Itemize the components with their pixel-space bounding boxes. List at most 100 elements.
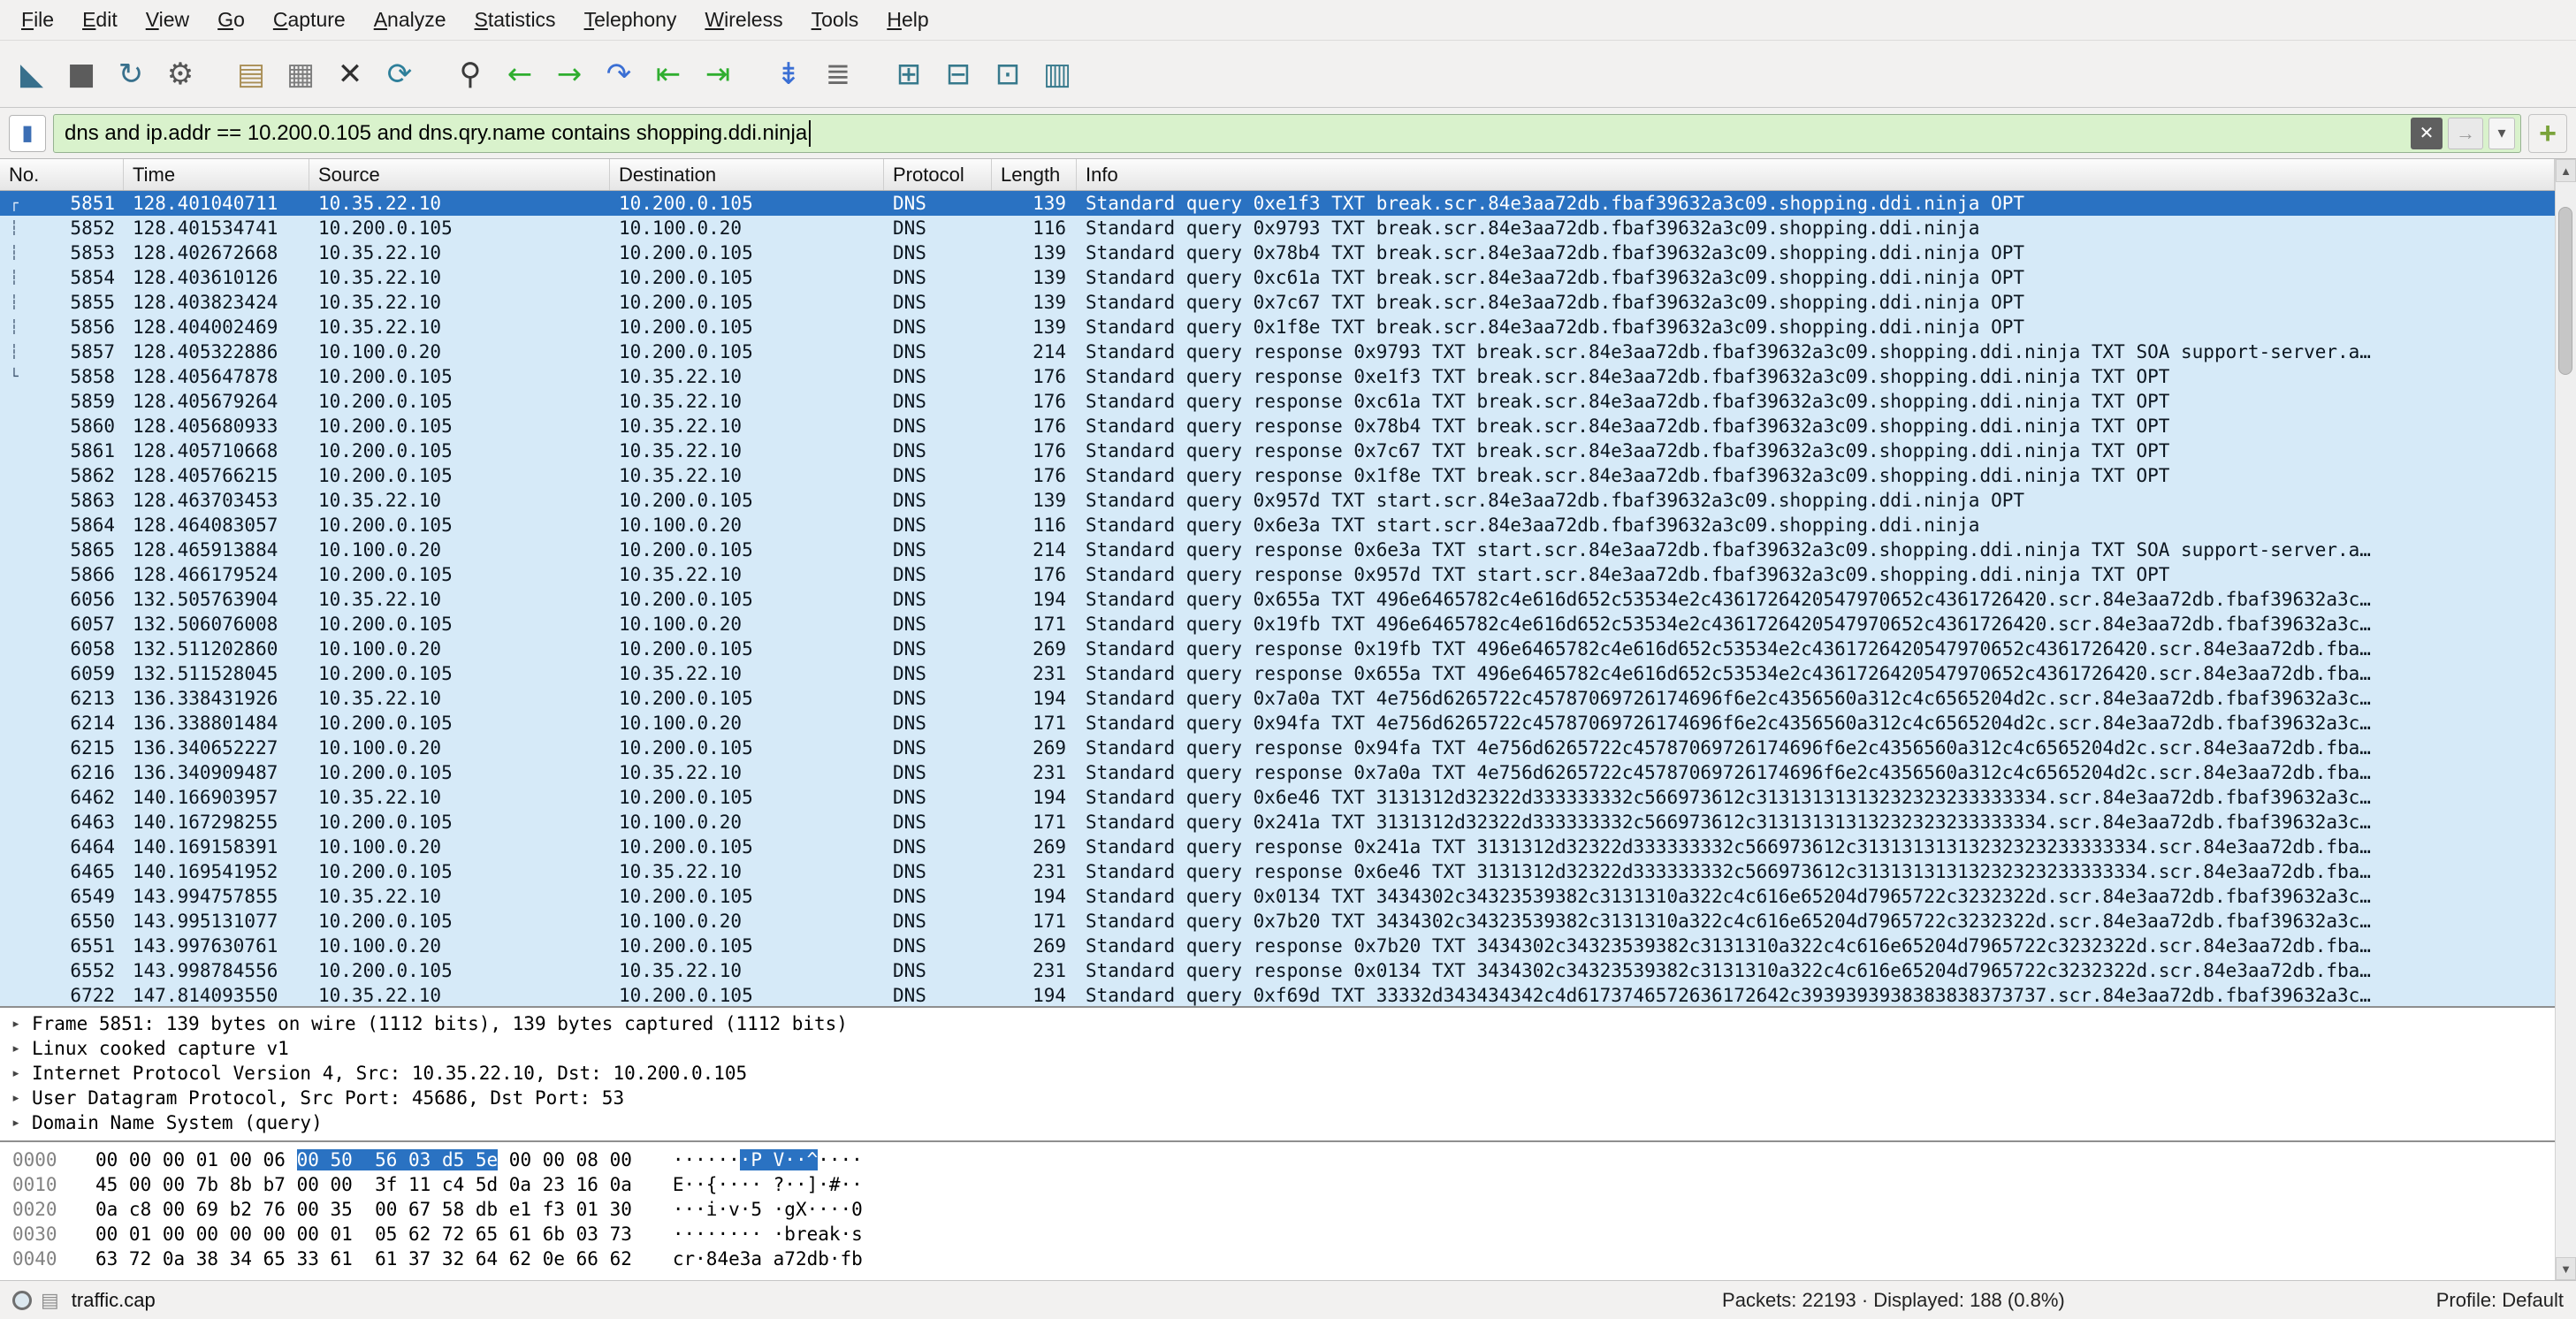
zoom-out-icon[interactable]: ⊟ — [935, 51, 981, 97]
go-to-packet-icon[interactable]: ↷ — [596, 51, 642, 97]
packet-row[interactable]: 6059 132.511528045 10.200.0.105 10.35.22… — [0, 661, 2555, 686]
filter-bookmark-icon[interactable]: ▮ — [9, 115, 46, 152]
hex-row[interactable]: 0010 45 00 00 7b 8b b7 00 00 3f 11 c4 5d… — [0, 1172, 2555, 1197]
packet-row[interactable]: 5863 128.463703453 10.35.22.10 10.200.0.… — [0, 488, 2555, 513]
menu-analyze[interactable]: Analyze — [360, 3, 461, 37]
column-header-length[interactable]: Length — [992, 159, 1077, 190]
menu-tools[interactable]: Tools — [797, 3, 873, 37]
packet-row[interactable]: 6465 140.169541952 10.200.0.105 10.35.22… — [0, 859, 2555, 884]
reload-file-icon[interactable]: ⟳ — [377, 51, 423, 97]
close-file-icon[interactable]: ✕ — [327, 51, 373, 97]
packet-row[interactable]: 5861 128.405710668 10.200.0.105 10.35.22… — [0, 438, 2555, 463]
profile-selector[interactable]: Profile: Default — [2436, 1289, 2564, 1312]
packet-row[interactable]: 5864 128.464083057 10.200.0.105 10.100.0… — [0, 513, 2555, 538]
scroll-down-icon[interactable]: ▼ — [2556, 1257, 2576, 1280]
expand-arrow-icon[interactable]: ▸ — [0, 1011, 32, 1036]
packet-row[interactable]: 5866 128.466179524 10.200.0.105 10.35.22… — [0, 562, 2555, 587]
detail-line[interactable]: ▸ Domain Name System (query) — [0, 1110, 2555, 1135]
go-forward-icon[interactable]: → — [546, 51, 592, 97]
packet-row[interactable]: 6462 140.166903957 10.35.22.10 10.200.0.… — [0, 785, 2555, 810]
find-packet-icon[interactable]: ⚲ — [447, 51, 493, 97]
packet-row[interactable]: 6214 136.338801484 10.200.0.105 10.100.0… — [0, 711, 2555, 736]
hex-row[interactable]: 0030 00 01 00 00 00 00 00 01 05 62 72 65… — [0, 1222, 2555, 1247]
packet-row[interactable]: 5859 128.405679264 10.200.0.105 10.35.22… — [0, 389, 2555, 414]
packet-row[interactable]: 6056 132.505763904 10.35.22.10 10.200.0.… — [0, 587, 2555, 612]
filter-dropdown-icon[interactable]: ▾ — [2488, 118, 2515, 149]
packet-row[interactable]: 6551 143.997630761 10.100.0.20 10.200.0.… — [0, 934, 2555, 958]
expand-arrow-icon[interactable]: ▸ — [0, 1086, 32, 1110]
save-file-icon[interactable]: ▦ — [278, 51, 324, 97]
expert-info-icon[interactable] — [12, 1291, 32, 1310]
open-file-icon[interactable]: ▤ — [228, 51, 274, 97]
zoom-in-icon[interactable]: ⊞ — [886, 51, 932, 97]
column-header-time[interactable]: Time — [124, 159, 309, 190]
display-filter-input[interactable]: dns and ip.addr == 10.200.0.105 and dns.… — [53, 114, 2521, 153]
packet-row[interactable]: 6722 147.814093550 10.35.22.10 10.200.0.… — [0, 983, 2555, 1006]
detail-line[interactable]: ▸ Linux cooked capture v1 — [0, 1036, 2555, 1061]
go-back-icon[interactable]: ← — [497, 51, 543, 97]
packet-row[interactable]: ┌5851 128.401040711 10.35.22.10 10.200.0… — [0, 191, 2555, 216]
detail-line[interactable]: ▸ Internet Protocol Version 4, Src: 10.3… — [0, 1061, 2555, 1086]
expand-arrow-icon[interactable]: ▸ — [0, 1110, 32, 1135]
expand-arrow-icon[interactable]: ▸ — [0, 1036, 32, 1061]
menu-telephony[interactable]: Telephony — [570, 3, 691, 37]
menu-view[interactable]: View — [132, 3, 203, 37]
colorize-icon[interactable]: ≣ — [815, 51, 861, 97]
packet-row[interactable]: ┆5853 128.402672668 10.35.22.10 10.200.0… — [0, 240, 2555, 265]
packet-row[interactable]: 6213 136.338431926 10.35.22.10 10.200.0.… — [0, 686, 2555, 711]
packet-row[interactable]: 6463 140.167298255 10.200.0.105 10.100.0… — [0, 810, 2555, 835]
scroll-up-icon[interactable]: ▲ — [2556, 159, 2576, 182]
column-header-destination[interactable]: Destination — [610, 159, 884, 190]
resize-columns-icon[interactable]: ▥ — [1034, 51, 1080, 97]
column-header-no[interactable]: No. — [0, 159, 124, 190]
detail-line[interactable]: ▸ User Datagram Protocol, Src Port: 4568… — [0, 1086, 2555, 1110]
auto-scroll-icon[interactable]: ⇟ — [766, 51, 812, 97]
packet-row[interactable]: 6216 136.340909487 10.200.0.105 10.35.22… — [0, 760, 2555, 785]
menu-edit[interactable]: Edit — [68, 3, 132, 37]
column-header-protocol[interactable]: Protocol — [884, 159, 992, 190]
scrollbar-track[interactable] — [2556, 182, 2576, 1257]
clear-filter-button[interactable]: ✕ — [2411, 118, 2443, 149]
start-capture-icon[interactable]: ◣ — [9, 51, 55, 97]
menu-go[interactable]: Go — [203, 3, 259, 37]
vertical-scrollbar[interactable]: ▲ ▼ — [2555, 159, 2576, 1280]
packet-row[interactable]: ┆5852 128.401534741 10.200.0.105 10.100.… — [0, 216, 2555, 240]
menu-capture[interactable]: Capture — [259, 3, 360, 37]
packet-row[interactable]: ┆5855 128.403823424 10.35.22.10 10.200.0… — [0, 290, 2555, 315]
hex-row[interactable]: 0000 00 00 00 01 00 06 00 50 56 03 d5 5e… — [0, 1147, 2555, 1172]
add-filter-button[interactable]: + — [2528, 114, 2567, 153]
restart-capture-icon[interactable]: ↻ — [108, 51, 154, 97]
first-packet-icon[interactable]: ⇤ — [645, 51, 691, 97]
packet-row[interactable]: 5860 128.405680933 10.200.0.105 10.35.22… — [0, 414, 2555, 438]
capture-comment-icon[interactable]: ▤ — [41, 1289, 59, 1312]
capture-options-icon[interactable]: ⚙ — [157, 51, 203, 97]
expand-arrow-icon[interactable]: ▸ — [0, 1061, 32, 1086]
column-header-info[interactable]: Info — [1077, 159, 2555, 190]
last-packet-icon[interactable]: ⇥ — [695, 51, 741, 97]
menu-help[interactable]: Help — [873, 3, 942, 37]
scrollbar-thumb[interactable] — [2558, 207, 2572, 375]
zoom-original-icon[interactable]: ⊡ — [985, 51, 1031, 97]
packet-row[interactable]: 6550 143.995131077 10.200.0.105 10.100.0… — [0, 909, 2555, 934]
menu-file[interactable]: File — [7, 3, 68, 37]
packet-row[interactable]: ┆5857 128.405322886 10.100.0.20 10.200.0… — [0, 339, 2555, 364]
stop-capture-icon[interactable]: ■ — [58, 51, 104, 97]
packet-row[interactable]: 5862 128.405766215 10.200.0.105 10.35.22… — [0, 463, 2555, 488]
hex-row[interactable]: 0040 63 72 0a 38 34 65 33 61 61 37 32 64… — [0, 1247, 2555, 1271]
packet-row[interactable]: 6057 132.506076008 10.200.0.105 10.100.0… — [0, 612, 2555, 637]
menu-wireless[interactable]: Wireless — [690, 3, 796, 37]
detail-line[interactable]: ▸ Frame 5851: 139 bytes on wire (1112 bi… — [0, 1011, 2555, 1036]
packet-row[interactable]: └5858 128.405647878 10.200.0.105 10.35.2… — [0, 364, 2555, 389]
packet-row[interactable]: 6464 140.169158391 10.100.0.20 10.200.0.… — [0, 835, 2555, 859]
packet-row[interactable]: 6058 132.511202860 10.100.0.20 10.200.0.… — [0, 637, 2555, 661]
packet-row[interactable]: 6552 143.998784556 10.200.0.105 10.35.22… — [0, 958, 2555, 983]
packet-row[interactable]: ┆5854 128.403610126 10.35.22.10 10.200.0… — [0, 265, 2555, 290]
packet-row[interactable]: ┆5856 128.404002469 10.35.22.10 10.200.0… — [0, 315, 2555, 339]
packet-row[interactable]: 6215 136.340652227 10.100.0.20 10.200.0.… — [0, 736, 2555, 760]
packet-row[interactable]: 6549 143.994757855 10.35.22.10 10.200.0.… — [0, 884, 2555, 909]
menu-statistics[interactable]: Statistics — [461, 3, 570, 37]
apply-filter-button[interactable]: → — [2448, 118, 2483, 149]
packet-row[interactable]: 5865 128.465913884 10.100.0.20 10.200.0.… — [0, 538, 2555, 562]
column-header-source[interactable]: Source — [309, 159, 610, 190]
hex-row[interactable]: 0020 0a c8 00 69 b2 76 00 35 00 67 58 db… — [0, 1197, 2555, 1222]
